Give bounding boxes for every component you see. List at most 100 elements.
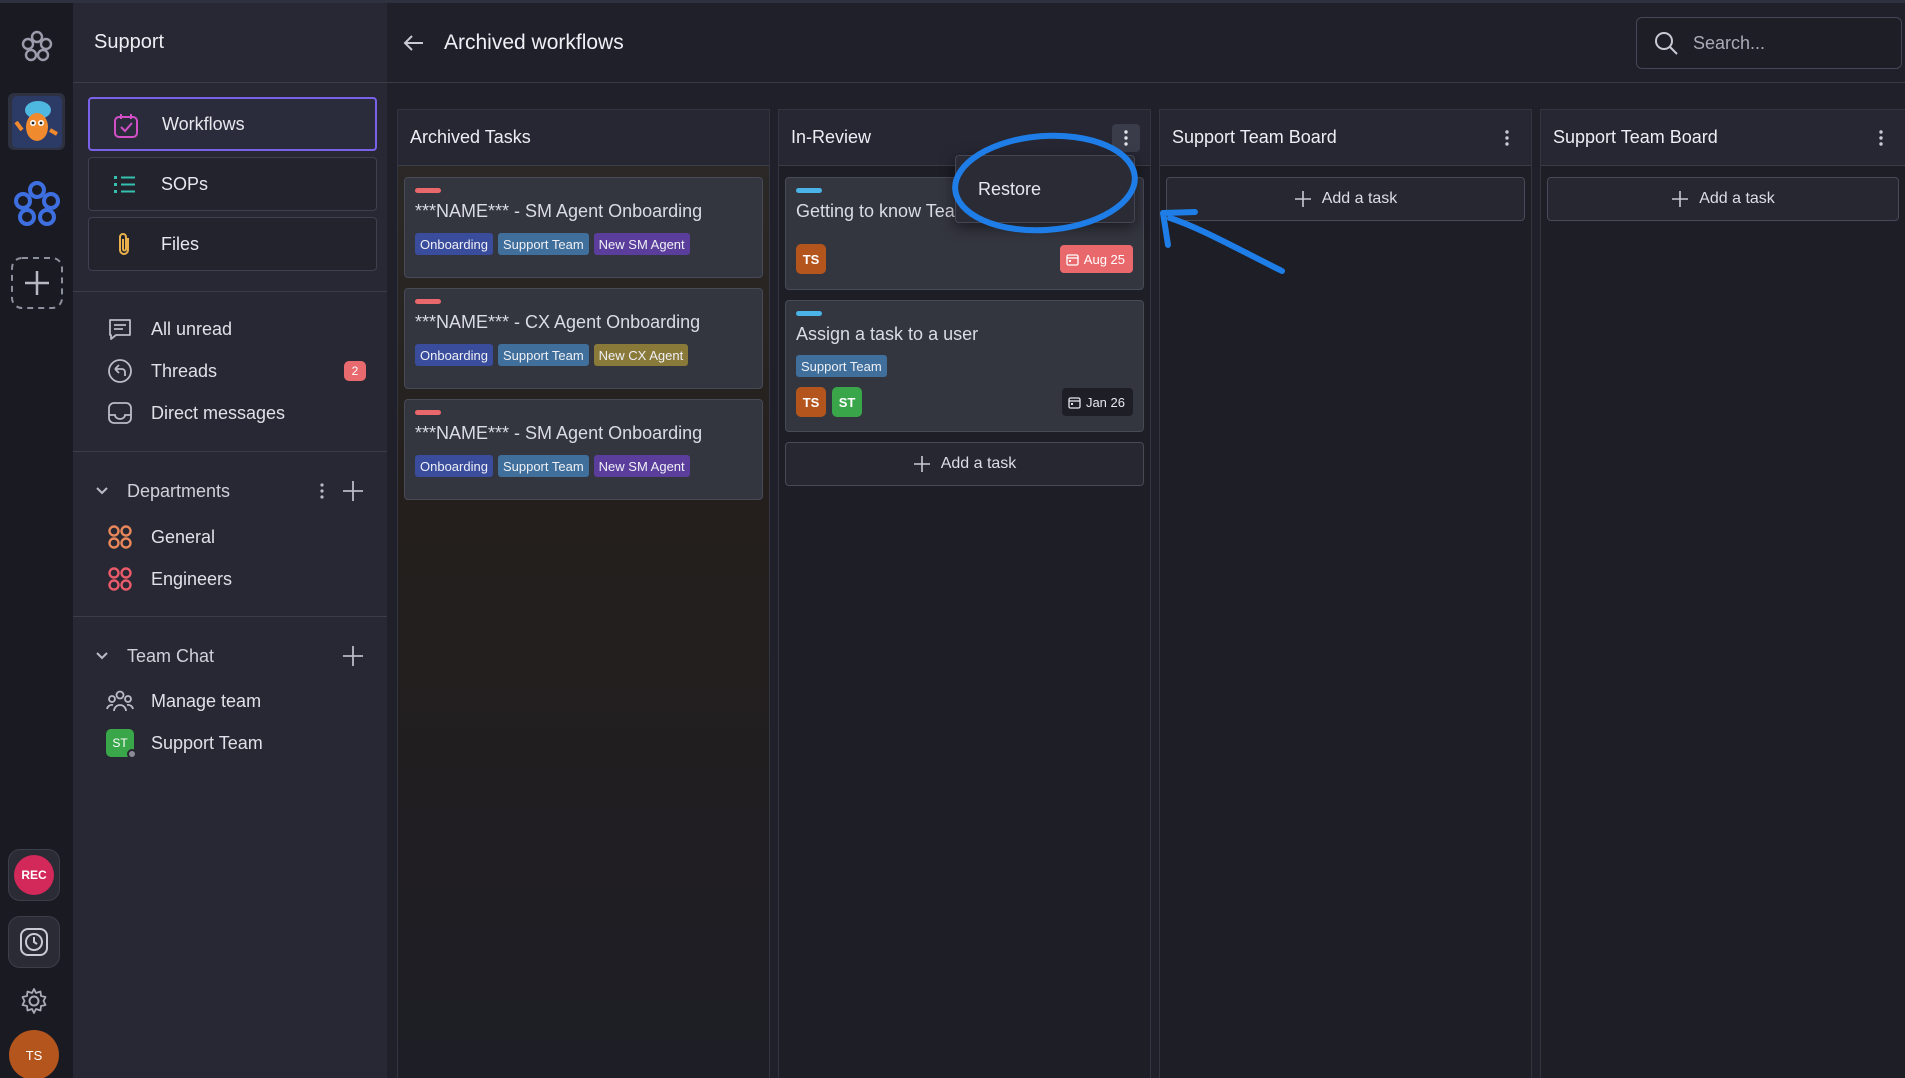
- tag: New SM Agent: [593, 455, 690, 477]
- assignee-avatar[interactable]: TS: [796, 387, 826, 417]
- department-grid-icon: [105, 522, 135, 552]
- team-chat-title: Team Chat: [127, 645, 215, 666]
- list-icon: [111, 171, 139, 199]
- assignee-avatar[interactable]: ST: [832, 387, 862, 417]
- paperclip-icon: [111, 231, 139, 259]
- workspace-flower-icon[interactable]: [8, 175, 65, 232]
- avatar: ST: [105, 728, 137, 759]
- plus-icon: [1294, 191, 1311, 207]
- workspace-rail: REC TS: [0, 0, 73, 1078]
- settings-gear-icon[interactable]: [8, 975, 60, 1027]
- sidebar-title: Support: [73, 3, 387, 83]
- inbox-icon: [105, 398, 135, 428]
- add-task-label: Add a task: [1321, 190, 1398, 207]
- due-date-label: Aug 25: [1083, 251, 1125, 267]
- record-button[interactable]: REC: [8, 849, 60, 901]
- tag: New CX Agent: [593, 344, 689, 366]
- user-initials: TS: [9, 1030, 59, 1078]
- sidebar-item-label: All unread: [151, 318, 233, 339]
- calendar-icon: [1068, 396, 1081, 409]
- mascot-avatar[interactable]: [8, 93, 65, 150]
- sidebar-item-label: Engineers: [151, 568, 233, 589]
- tag: Support Team: [497, 455, 589, 477]
- priority-stripe: [415, 410, 441, 415]
- add-task-button[interactable]: Add a task: [1547, 177, 1899, 221]
- chevron-down-icon: [91, 651, 113, 661]
- add-task-button[interactable]: Add a task: [785, 442, 1144, 486]
- threads-unread-badge: 2: [344, 361, 366, 381]
- sidebar-item-manage-team[interactable]: Manage team: [105, 683, 261, 719]
- nav-files[interactable]: Files: [88, 217, 377, 271]
- team-chat-section-toggle[interactable]: Team Chat: [91, 640, 214, 672]
- divider: [73, 616, 387, 617]
- tag-list: Onboarding Support Team New CX Agent: [415, 344, 689, 366]
- add-task-button[interactable]: Add a task: [1166, 177, 1525, 221]
- column-title: Archived Tasks: [410, 127, 531, 147]
- assignee-avatar[interactable]: TS: [796, 244, 826, 274]
- column-in-review: In-Review Getting to know Tea TS Aug 25 …: [778, 109, 1151, 1078]
- sidebar-item-general[interactable]: General: [105, 519, 215, 555]
- column-more-icon[interactable]: [1493, 124, 1521, 152]
- task-card[interactable]: Assign a task to a user Support Team TS …: [785, 300, 1144, 432]
- column-header: Support Team Board: [1160, 110, 1531, 166]
- search-input[interactable]: [1693, 32, 1873, 54]
- sidebar-item-label: General: [151, 526, 216, 547]
- nav-sops[interactable]: SOPs: [88, 157, 377, 211]
- add-chat-plus-icon[interactable]: [341, 644, 365, 668]
- more-vertical-icon[interactable]: [310, 479, 334, 503]
- sidebar: Support Workflows SOPs Files All unread …: [73, 0, 387, 1078]
- sidebar-item-label: Threads: [151, 360, 218, 381]
- history-clock-icon[interactable]: [8, 916, 60, 968]
- team-icon: [105, 686, 135, 716]
- tag-list: Onboarding Support Team New SM Agent: [415, 233, 690, 255]
- due-date-badge[interactable]: Aug 25: [1059, 245, 1133, 273]
- column-title: Support Team Board: [1553, 127, 1718, 147]
- add-task-label: Add a task: [940, 455, 1017, 472]
- back-arrow-icon[interactable]: [401, 30, 427, 56]
- priority-stripe: [796, 188, 822, 193]
- priority-stripe: [415, 188, 441, 193]
- column-archived-tasks: Archived Tasks ***NAME*** - SM Agent Onb…: [397, 109, 770, 1078]
- add-workspace-icon[interactable]: [8, 254, 65, 311]
- sidebar-item-all-unread[interactable]: All unread: [105, 311, 232, 347]
- task-title: ***NAME*** - SM Agent Onboarding: [415, 423, 703, 443]
- column-header: Archived Tasks: [398, 110, 769, 166]
- nav-workflows[interactable]: Workflows: [88, 97, 377, 151]
- nav-files-label: Files: [161, 233, 200, 254]
- sidebar-item-label: Manage team: [151, 690, 262, 711]
- column-header: Support Team Board: [1541, 110, 1905, 166]
- task-title: ***NAME*** - CX Agent Onboarding: [415, 312, 701, 332]
- tag: Support Team: [497, 344, 589, 366]
- add-department-plus-icon[interactable]: [341, 479, 365, 503]
- tag: Onboarding: [415, 233, 493, 255]
- sidebar-item-direct-messages[interactable]: Direct messages: [105, 395, 285, 431]
- column-support-team-board: Support Team Board Add a task: [1159, 109, 1532, 1078]
- workflow-check-icon: [112, 112, 140, 140]
- message-icon: [105, 314, 135, 344]
- due-date-badge[interactable]: Jan 26: [1061, 388, 1133, 416]
- departments-title: Departments: [127, 480, 231, 501]
- departments-section-toggle[interactable]: Departments: [91, 475, 230, 507]
- task-card[interactable]: ***NAME*** - SM Agent Onboarding Onboard…: [404, 399, 763, 500]
- search-icon: [1651, 28, 1681, 58]
- search-box[interactable]: [1636, 17, 1902, 69]
- restore-menu-item[interactable]: Restore: [978, 179, 1041, 200]
- task-title: ***NAME*** - SM Agent Onboarding: [415, 201, 703, 221]
- threads-icon: [105, 356, 135, 386]
- sidebar-item-engineers[interactable]: Engineers: [105, 561, 232, 597]
- column-more-icon[interactable]: [1867, 124, 1895, 152]
- flower-logo-icon[interactable]: [8, 17, 65, 74]
- column-more-icon[interactable]: [1112, 124, 1140, 152]
- sidebar-item-support-team[interactable]: ST Support Team: [105, 725, 263, 761]
- user-avatar[interactable]: TS: [8, 1029, 60, 1078]
- tag: Support Team: [497, 233, 589, 255]
- column-title: Support Team Board: [1172, 127, 1337, 147]
- sidebar-item-threads[interactable]: Threads: [105, 353, 217, 389]
- task-card[interactable]: ***NAME*** - SM Agent Onboarding Onboard…: [404, 177, 763, 278]
- tag-list: Support Team: [796, 355, 887, 377]
- tag: Support Team: [796, 355, 887, 377]
- main-area: Archived workflows Archived Tasks ***NAM…: [387, 0, 1905, 1078]
- rec-label: REC: [14, 855, 54, 895]
- task-card[interactable]: ***NAME*** - CX Agent Onboarding Onboard…: [404, 288, 763, 389]
- sidebar-item-label: Direct messages: [151, 402, 286, 423]
